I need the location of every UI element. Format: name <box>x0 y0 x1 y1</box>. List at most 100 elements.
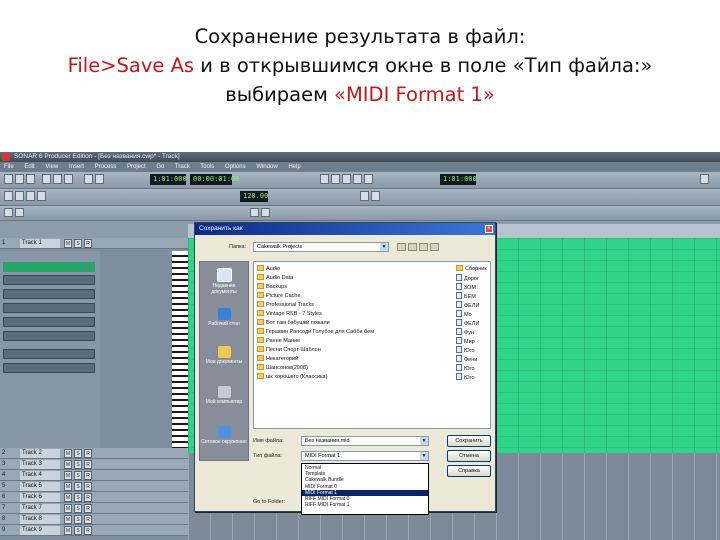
arm-button[interactable]: R <box>84 526 92 535</box>
zoom-out-icon[interactable] <box>15 208 24 217</box>
arm-button[interactable]: R <box>84 449 92 458</box>
solo-button[interactable]: S <box>74 239 82 248</box>
list-item[interactable]: Песни Спорт Шаблон <box>257 346 447 354</box>
track-row[interactable]: 9 Track 9 MSR <box>0 525 188 536</box>
menu-window[interactable]: Window <box>256 164 277 170</box>
mute-button[interactable]: M <box>64 482 72 491</box>
track-row[interactable]: 5 Track 5 MSR <box>0 481 188 492</box>
track-name[interactable]: Track 3 <box>20 460 60 469</box>
mute-button[interactable]: M <box>64 471 72 480</box>
list-item[interactable]: шк хорошего (Классика) <box>257 373 447 381</box>
place-network[interactable]: Сетевое окружение <box>200 426 248 445</box>
mute-button[interactable]: M <box>64 239 72 248</box>
list-item[interactable]: Professional Tracks <box>257 301 447 309</box>
solo-button[interactable]: S <box>74 482 82 491</box>
track-row[interactable]: 1 Track 1 M S R <box>0 238 188 249</box>
menu-track[interactable]: Track <box>175 164 190 170</box>
list-item[interactable]: Фени <box>456 355 490 363</box>
list-item[interactable]: Сборник <box>456 265 490 273</box>
list-item[interactable]: БЕМ <box>456 292 490 300</box>
view-menu-icon[interactable] <box>430 243 439 251</box>
list-item[interactable]: ФЕЛИ <box>456 319 490 327</box>
solo-button[interactable]: S <box>74 449 82 458</box>
menu-edit[interactable]: Edit <box>24 164 34 170</box>
solo-button[interactable]: S <box>74 526 82 535</box>
menu-file[interactable]: File <box>4 164 14 170</box>
track-name[interactable]: Track 7 <box>20 504 60 513</box>
metronome-icon[interactable] <box>360 191 369 201</box>
list-item[interactable]: Юго <box>456 364 490 372</box>
arm-button[interactable]: R <box>84 460 92 469</box>
mute-button[interactable]: M <box>64 493 72 502</box>
track-name[interactable]: Track 2 <box>20 449 60 458</box>
list-item[interactable]: Picture Cache <box>257 292 447 300</box>
new-file-icon[interactable] <box>4 174 13 184</box>
list-item[interactable]: ФЕЛИ <box>456 301 490 309</box>
mute-button[interactable]: M <box>64 449 72 458</box>
list-item[interactable]: Дорог <box>456 274 490 282</box>
input-selector[interactable] <box>3 275 95 285</box>
list-item[interactable]: Backups <box>257 283 447 291</box>
place-recent[interactable]: Недавние документы <box>200 268 248 295</box>
back-icon[interactable] <box>397 243 406 251</box>
place-my-computer[interactable]: Мой компьютер <box>200 386 248 405</box>
filetype-select[interactable]: MIDI Format 1 ▼ <box>301 451 429 461</box>
list-item[interactable]: Ранне Мание <box>257 337 447 345</box>
place-desktop[interactable]: Рабочий стол <box>200 308 248 327</box>
snap-icon[interactable] <box>37 191 46 201</box>
redo-icon[interactable] <box>95 174 104 184</box>
list-item[interactable]: Фун <box>456 328 490 336</box>
list-item[interactable]: Audio <box>257 265 447 273</box>
track-name[interactable]: Track 9 <box>20 526 60 535</box>
stop-icon[interactable] <box>331 174 340 184</box>
track-row[interactable]: 4 Track 4 MSR <box>0 470 188 481</box>
record-icon[interactable] <box>353 174 362 184</box>
menu-help[interactable]: Help <box>288 164 300 170</box>
mute-button[interactable]: M <box>64 504 72 513</box>
solo-button[interactable]: S <box>74 460 82 469</box>
cancel-button[interactable]: Отмена <box>447 450 491 462</box>
save-button[interactable]: Сохранить <box>447 435 491 447</box>
menu-options[interactable]: Options <box>225 164 246 170</box>
channel-selector[interactable] <box>3 303 95 313</box>
track-name[interactable]: Track 8 <box>20 515 60 524</box>
arm-button[interactable]: R <box>84 504 92 513</box>
pan-slider[interactable] <box>3 363 95 373</box>
list-item[interactable]: 3ОМ <box>456 283 490 291</box>
save-file-icon[interactable] <box>26 174 35 184</box>
folder-dropdown[interactable]: Cakewalk Projects ▼ <box>253 242 389 252</box>
arm-button[interactable]: R <box>84 493 92 502</box>
track-name[interactable]: Track 6 <box>20 493 60 502</box>
list-item[interactable]: Audio Data <box>257 274 447 282</box>
zoom-in-icon[interactable] <box>4 208 13 217</box>
loop-icon[interactable] <box>371 191 380 201</box>
place-my-documents[interactable]: Мои документы <box>200 346 248 365</box>
solo-button[interactable]: S <box>74 504 82 513</box>
erase-tool-icon[interactable] <box>26 191 35 201</box>
filename-field[interactable]: Без названия.mid ▼ <box>301 436 429 446</box>
list-item[interactable]: Шансонов(2008) <box>257 364 447 372</box>
track-row[interactable]: 3 Track 3 MSR <box>0 459 188 470</box>
track-name[interactable]: Track 4 <box>20 471 60 480</box>
track-name[interactable]: Track 5 <box>20 482 60 491</box>
new-folder-icon[interactable] <box>419 243 428 251</box>
draw-tool-icon[interactable] <box>15 191 24 201</box>
track-row[interactable]: 7 Track 7 MSR <box>0 503 188 514</box>
paste-icon[interactable] <box>64 174 73 184</box>
close-view-icon[interactable] <box>700 174 709 184</box>
solo-button[interactable]: S <box>74 515 82 524</box>
solo-button[interactable]: S <box>74 493 82 502</box>
arm-button[interactable]: R <box>84 239 92 248</box>
close-icon[interactable]: × <box>485 225 493 233</box>
list-item[interactable]: Vintage RSB - 7 Styles <box>257 310 447 318</box>
mute-button[interactable]: M <box>64 515 72 524</box>
select-tool-icon[interactable] <box>4 191 13 201</box>
rewind-icon[interactable] <box>320 174 329 184</box>
play-icon[interactable] <box>342 174 351 184</box>
list-item[interactable]: Юго <box>456 373 490 381</box>
output-selector[interactable] <box>3 289 95 299</box>
copy-icon[interactable] <box>53 174 62 184</box>
pencil-tool-icon[interactable] <box>261 208 270 217</box>
list-item[interactable]: Мо <box>456 310 490 318</box>
patch-selector[interactable] <box>3 331 95 341</box>
